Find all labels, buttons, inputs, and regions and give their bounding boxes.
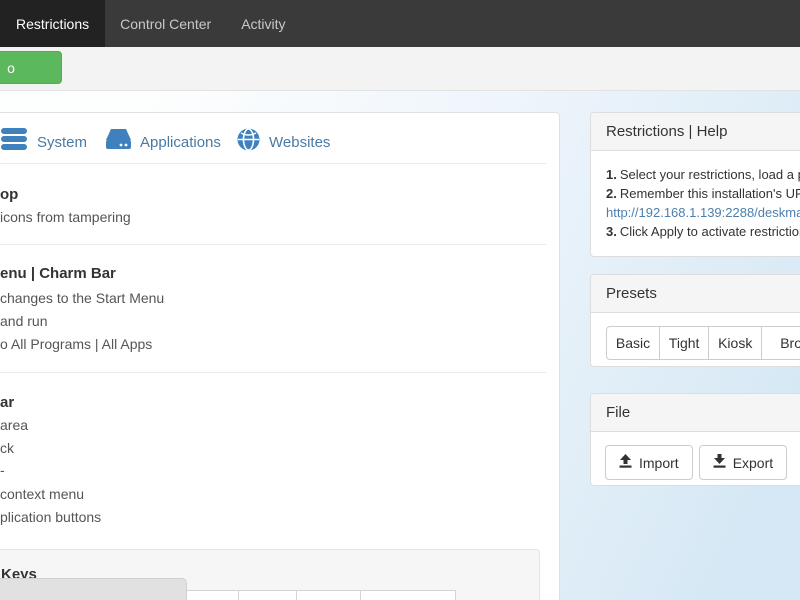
installation-url-link[interactable]: http://192.168.1.139:2288/deskman (606, 205, 800, 220)
import-button-label: Import (639, 454, 679, 471)
preset-kiosk-button[interactable]: Kiosk (708, 326, 763, 360)
help-step-3: 3. Click Apply to activate restrictions (606, 222, 800, 241)
divider (0, 163, 546, 164)
app-window: Restrictions Control Center Activity o S… (0, 0, 800, 600)
tooltip-box (0, 578, 187, 600)
key-cell[interactable] (296, 590, 361, 600)
restriction-item[interactable]: area (0, 417, 28, 433)
restriction-item[interactable]: ck (0, 440, 14, 456)
step-text: Remember this installation's URL: (619, 186, 800, 201)
globe-icon (237, 128, 260, 156)
nav-tab-control-center[interactable]: Control Center (105, 0, 226, 47)
import-button[interactable]: Import (605, 445, 693, 480)
preset-tight-button[interactable]: Tight (659, 326, 710, 360)
export-button[interactable]: Export (698, 445, 788, 480)
toolbar: o (0, 47, 800, 91)
preset-basic-button[interactable]: Basic (606, 326, 661, 360)
tab-system[interactable]: System (1, 127, 87, 157)
export-button-label: Export (732, 454, 774, 471)
step-text: Click Apply to activate restrictions (619, 224, 800, 239)
help-step-2: 2. Remember this installation's URL: (606, 184, 800, 203)
section-heading-taskbar: ar (0, 394, 15, 411)
key-cell[interactable] (238, 590, 297, 600)
help-panel: Restrictions | Help 1. Select your restri… (590, 112, 800, 257)
restriction-item[interactable]: plication buttons (0, 509, 101, 525)
presets-button-group: Basic Tight Kiosk Bro (591, 313, 800, 373)
key-cell[interactable] (360, 590, 456, 600)
divider (0, 244, 546, 245)
tab-websites[interactable]: Websites (237, 127, 330, 157)
help-step-1: 1.Select your restrictions, load a prese (606, 165, 800, 184)
tab-applications[interactable]: Applications (106, 127, 221, 157)
file-panel-title: File (591, 394, 800, 432)
step-number: 1. (606, 167, 617, 182)
restriction-item[interactable]: context menu (0, 486, 84, 502)
restriction-item[interactable]: and run (0, 313, 47, 329)
harddrive-icon (106, 129, 131, 155)
section-heading-desktop: op (0, 186, 19, 203)
undo-button[interactable]: o (0, 51, 62, 84)
preset-browser-button[interactable]: Bro (761, 326, 800, 360)
tab-applications-label: Applications (140, 133, 221, 151)
restriction-item[interactable]: - (0, 462, 5, 478)
keys-table (185, 590, 456, 600)
key-cell[interactable] (185, 590, 239, 600)
database-icon (1, 128, 28, 156)
help-panel-body: 1.Select your restrictions, load a prese… (591, 151, 800, 255)
presets-panel: Presets Basic Tight Kiosk Bro (590, 274, 800, 367)
tab-system-label: System (37, 133, 88, 151)
step-text: Select your restrictions, load a prese (619, 167, 800, 182)
divider (0, 372, 546, 373)
restriction-item[interactable]: o All Programs | All Apps (0, 336, 152, 352)
step-number: 3. (606, 224, 617, 239)
section-heading-start-menu: enu | Charm Bar (0, 265, 116, 282)
nav-tab-restrictions[interactable]: Restrictions (0, 0, 106, 47)
presets-panel-title: Presets (591, 275, 800, 313)
step-number: 2. (606, 186, 617, 201)
tab-websites-label: Websites (269, 133, 331, 151)
file-panel: File Import Export (590, 393, 800, 486)
restrictions-panel (0, 112, 560, 600)
top-navbar: Restrictions Control Center Activity (0, 0, 800, 47)
restriction-item[interactable]: icons from tampering (0, 209, 131, 225)
file-panel-body: Import Export (591, 432, 800, 493)
nav-tab-activity[interactable]: Activity (226, 0, 300, 47)
upload-icon (619, 454, 632, 471)
download-icon (713, 454, 726, 471)
restriction-item[interactable]: changes to the Start Menu (0, 290, 164, 306)
help-panel-title: Restrictions | Help (591, 113, 800, 151)
